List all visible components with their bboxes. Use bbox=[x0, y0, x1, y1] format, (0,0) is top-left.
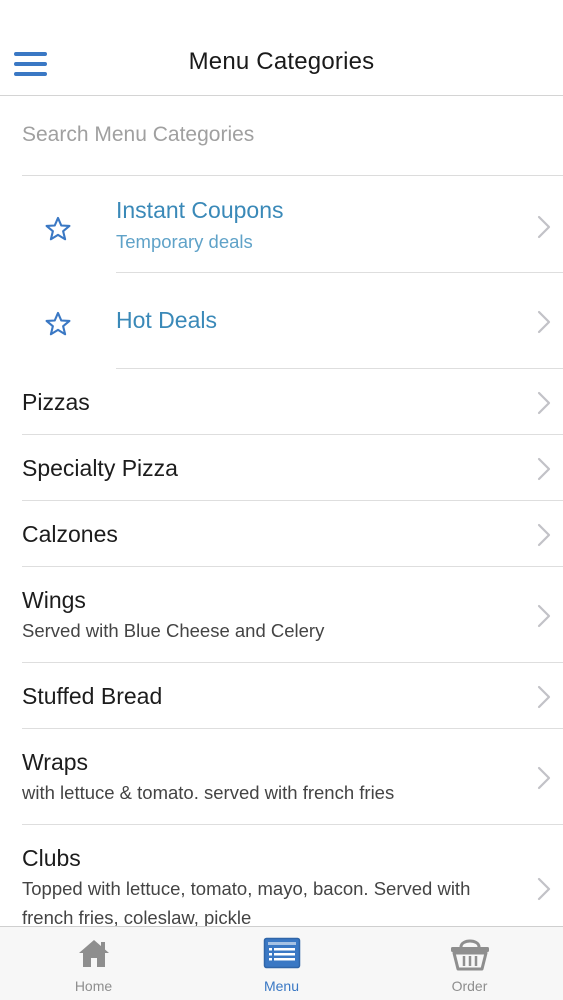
list-item-title: Hot Deals bbox=[116, 307, 217, 333]
tab-home[interactable]: Home bbox=[0, 927, 187, 1000]
list-item-title: Calzones bbox=[22, 521, 118, 547]
list-item-title: Specialty Pizza bbox=[22, 455, 178, 481]
list-item-title: Stuffed Bread bbox=[22, 683, 163, 709]
chevron-right-icon bbox=[537, 604, 551, 628]
list-item-subtitle: Served with Blue Cheese and Celery bbox=[22, 620, 325, 641]
list-item-stuffed-bread[interactable]: Stuffed Bread bbox=[0, 663, 563, 729]
tab-order[interactable]: Order bbox=[376, 927, 563, 1000]
nav-header: Menu Categories bbox=[0, 0, 563, 96]
tab-label: Menu bbox=[263, 978, 300, 994]
list-item-title: Clubs bbox=[22, 845, 81, 871]
list-item-subtitle: Temporary deals bbox=[116, 231, 253, 252]
list-item-subtitle: Topped with lettuce, tomato, mayo, bacon… bbox=[22, 878, 471, 928]
star-icon bbox=[45, 311, 71, 336]
list-item-instant-coupons[interactable]: Instant Coupons Temporary deals bbox=[0, 177, 563, 273]
app-screen: Menu Categories Instant Coupons Temporar… bbox=[0, 0, 563, 1000]
list-item-wings[interactable]: Wings Served with Blue Cheese and Celery bbox=[0, 567, 563, 663]
basket-icon bbox=[450, 939, 489, 971]
list-item-title: Wings bbox=[22, 587, 86, 613]
search-bar bbox=[22, 96, 563, 176]
chevron-right-icon bbox=[537, 457, 551, 481]
list-item-title: Wraps bbox=[22, 749, 89, 775]
chevron-right-icon bbox=[537, 215, 551, 239]
tab-menu[interactable]: Menu bbox=[188, 927, 375, 1000]
chevron-right-icon bbox=[537, 685, 551, 709]
home-icon bbox=[78, 940, 109, 967]
chevron-right-icon bbox=[537, 391, 551, 415]
bottom-tab-bar: Home Menu Order bbox=[0, 926, 563, 1000]
list-item-specialty-pizza[interactable]: Specialty Pizza bbox=[0, 435, 563, 501]
tab-label: Order bbox=[451, 978, 488, 994]
chevron-right-icon bbox=[537, 523, 551, 547]
chevron-right-icon bbox=[537, 310, 551, 334]
tab-label: Home bbox=[74, 978, 113, 994]
star-icon bbox=[45, 216, 71, 241]
list-item-subtitle: with lettuce & tomato. served with frenc… bbox=[22, 782, 395, 803]
list-item-pizzas[interactable]: Pizzas bbox=[0, 369, 563, 435]
page-title: Menu Categories bbox=[188, 48, 375, 75]
chevron-right-icon bbox=[537, 877, 551, 901]
list-item-title: Pizzas bbox=[22, 389, 90, 415]
list-item-wraps[interactable]: Wraps with lettuce & tomato. served with… bbox=[0, 729, 563, 825]
list-item-calzones[interactable]: Calzones bbox=[0, 501, 563, 567]
search-input[interactable] bbox=[22, 96, 563, 174]
chevron-right-icon bbox=[537, 766, 551, 790]
list-item-title: Instant Coupons bbox=[116, 197, 284, 223]
list-item-hot-deals[interactable]: Hot Deals bbox=[0, 273, 563, 369]
menu-list-icon bbox=[263, 937, 300, 969]
list-item-clubs[interactable]: Clubs Topped with lettuce, tomato, mayo,… bbox=[0, 825, 563, 935]
